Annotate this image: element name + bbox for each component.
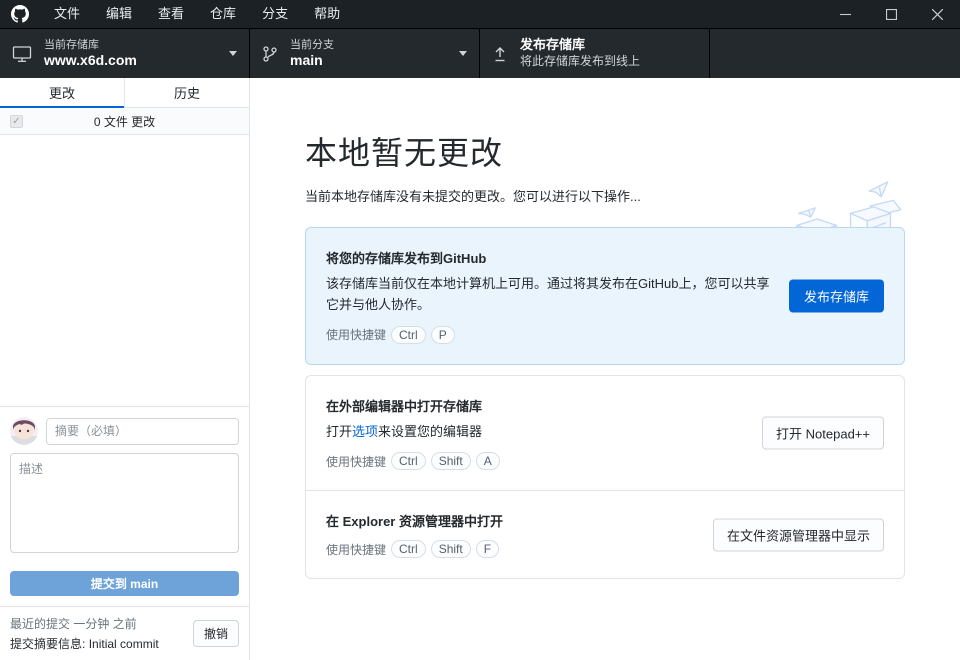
select-all-checkbox[interactable]: ✓ [10,115,23,128]
changes-summary-row: ✓ 0 文件 更改 [0,108,249,135]
recent-commit-footer: 最近的提交 一分钟 之前 提交摘要信息: Initial commit 撤销 [0,606,249,660]
key-shift: Shift [431,452,471,470]
open-editor-shortcut: 使用快捷键 Ctrl Shift A [326,452,884,470]
monitor-icon [12,45,32,63]
publish-shortcut: 使用快捷键 Ctrl P [326,326,884,344]
files-changed-label: 0 文件 更改 [0,113,249,130]
undo-button[interactable]: 撤销 [193,620,239,647]
branch-label: 当前分支 [290,38,334,52]
menu-view[interactable]: 查看 [145,0,197,28]
github-logo-icon [11,5,29,23]
current-repository-button[interactable]: 当前存储库 www.x6d.com [0,29,250,78]
show-in-explorer-button[interactable]: 在文件资源管理器中显示 [713,518,884,551]
commit-summary-input[interactable] [46,418,239,445]
open-explorer-section: 在 Explorer 资源管理器中打开 使用快捷键 Ctrl Shift F 在… [306,490,904,578]
repository-name: www.x6d.com [44,52,137,69]
menu-branch[interactable]: 分支 [249,0,301,28]
current-branch-button[interactable]: 当前分支 main [250,29,480,78]
main-content: 本地暂无更改 当前本地存储库没有未提交的更改。您可以进行以下操作... 将您的存… [250,78,960,660]
publish-repository-card-button[interactable]: 发布存储库 [789,279,884,312]
key-shift: Shift [431,540,471,558]
sidebar-tabs: 更改 历史 [0,78,249,108]
key-ctrl: Ctrl [391,540,426,558]
menu-repository[interactable]: 仓库 [197,0,249,28]
maximize-icon[interactable] [868,0,914,28]
key-f: F [476,540,499,558]
commit-form: 提交到 main [0,406,249,606]
open-editor-title: 在外部编辑器中打开存储库 [326,396,884,415]
close-icon[interactable] [914,0,960,28]
recent-commit-summary: 提交摘要信息: Initial commit [10,635,187,652]
actions-card: 在外部编辑器中打开存储库 打开选项来设置您的编辑器 使用快捷键 Ctrl Shi… [305,375,905,579]
recent-commit-time: 最近的提交 一分钟 之前 [10,615,187,632]
branch-icon [262,45,278,63]
titlebar: 文件 编辑 查看 仓库 分支 帮助 [0,0,960,28]
commit-to-main-button[interactable]: 提交到 main [10,571,239,596]
tab-history[interactable]: 历史 [124,78,249,107]
open-editor-section: 在外部编辑器中打开存储库 打开选项来设置您的编辑器 使用快捷键 Ctrl Shi… [306,376,904,490]
menu-edit[interactable]: 编辑 [93,0,145,28]
repository-label: 当前存储库 [44,38,137,52]
publish-card: 将您的存储库发布到GitHub 该存储库当前仅在本地计算机上可用。通过将其发布在… [305,227,905,365]
window-controls [822,0,960,28]
key-ctrl: Ctrl [391,326,426,344]
open-editor-button[interactable]: 打开 Notepad++ [762,417,884,450]
toolbar: 当前存储库 www.x6d.com 当前分支 main 发布存储库 将此存储库发… [0,28,960,78]
publish-card-title: 将您的存储库发布到GitHub [326,248,884,267]
chevron-down-icon [459,51,467,56]
publish-subtitle: 将此存储库发布到线上 [520,54,640,70]
key-a: A [476,452,500,470]
avatar [10,417,38,445]
upload-icon [492,45,508,63]
page-title: 本地暂无更改 [305,128,905,174]
publish-title: 发布存储库 [520,37,640,54]
changes-list-empty [0,135,249,406]
commit-description-input[interactable] [10,453,239,553]
menu-help[interactable]: 帮助 [301,0,353,28]
menu-file[interactable]: 文件 [41,0,93,28]
sidebar: 更改 历史 ✓ 0 文件 更改 [0,78,250,660]
chevron-down-icon [229,51,237,56]
minimize-icon[interactable] [822,0,868,28]
key-p: P [431,326,455,344]
publish-repository-button[interactable]: 发布存储库 将此存储库发布到线上 [480,29,710,78]
options-link[interactable]: 选项 [352,424,378,439]
branch-name: main [290,52,334,69]
tab-changes[interactable]: 更改 [0,78,124,107]
key-ctrl: Ctrl [391,452,426,470]
